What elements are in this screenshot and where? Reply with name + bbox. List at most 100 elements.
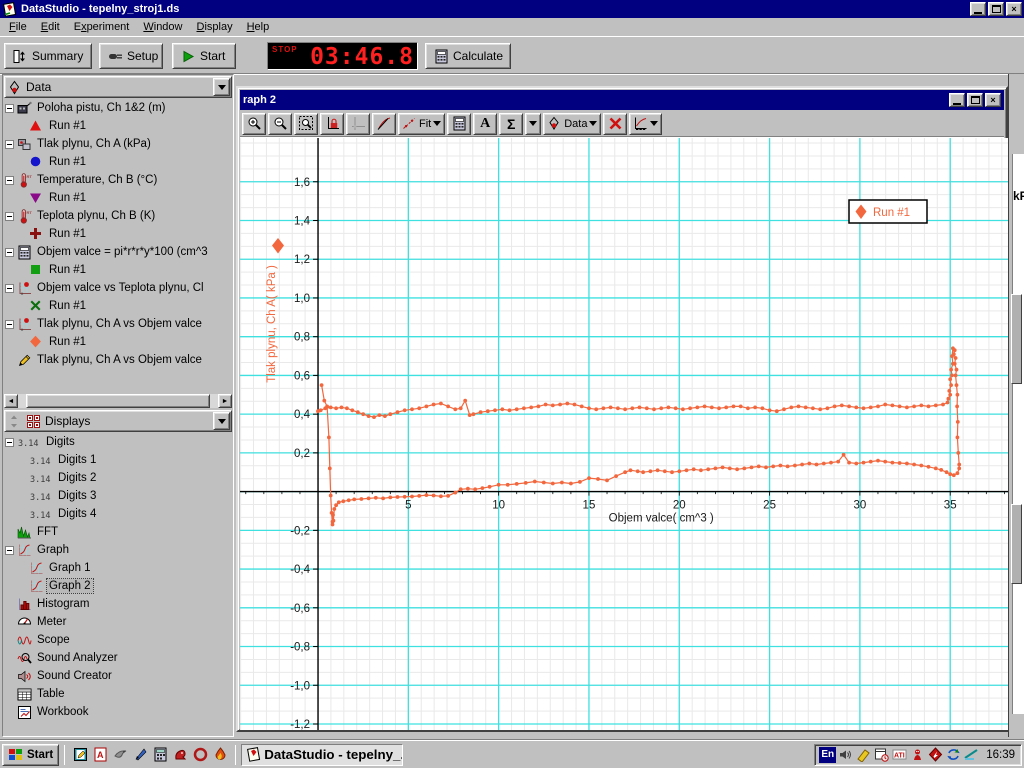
pen-icon[interactable] (130, 744, 150, 764)
red-diamond-icon[interactable] (927, 747, 944, 763)
expand-collapse-icon[interactable] (5, 176, 14, 185)
displays-tree-item-digits-4[interactable]: 3.14Digits 4 (3, 505, 233, 523)
displays-tree-item-digits-2[interactable]: 3.14Digits 2 (3, 469, 233, 487)
graph-settings-button[interactable] (629, 113, 662, 135)
datastudio-task-button[interactable]: DataStudio - tepelny_... (241, 744, 403, 766)
data-item-label[interactable]: Poloha pistu, Ch 1&2 (m) (35, 101, 167, 115)
data-tree-item[interactable]: RTDTeplota plynu, Ch B (K) (3, 207, 233, 225)
display-item-label[interactable]: Workbook (35, 705, 91, 719)
red-mascot-icon[interactable] (909, 747, 926, 763)
expand-collapse-icon[interactable] (5, 140, 14, 149)
scroll-thumb[interactable] (26, 394, 210, 408)
graph-title-bar[interactable]: raph 2 × (240, 90, 1004, 110)
display-item-label[interactable]: Digits (44, 435, 77, 449)
delete-button[interactable] (603, 113, 627, 135)
expand-collapse-icon[interactable] (5, 284, 14, 293)
legend[interactable]: Run #1 (849, 200, 927, 223)
acrobat-icon[interactable]: A (90, 744, 110, 764)
scroll-left-icon[interactable]: ◄ (4, 394, 18, 408)
calculate-button[interactable] (447, 113, 471, 135)
data-tree-item[interactable]: xTlak plynu, Ch A vs Objem valce (3, 315, 233, 333)
display-item-label[interactable]: Digits 2 (56, 471, 98, 485)
displays-tree-item-sound-analyzer[interactable]: Sound Analyzer (3, 649, 233, 667)
displays-tree-item-digits[interactable]: 3.14Digits (3, 433, 233, 451)
displays-tree-item-table[interactable]: Table (3, 685, 233, 703)
display-item-label[interactable]: FFT (35, 525, 60, 539)
close-button[interactable]: × (1006, 2, 1022, 16)
zoom-in-button[interactable] (242, 113, 266, 135)
data-item-label[interactable]: Objem valce = pi*r*r*y*100 (cm^3 (35, 245, 210, 259)
yellow-tool-icon[interactable] (855, 747, 872, 763)
ati-icon[interactable]: ATI (891, 747, 908, 763)
scroll-right-icon[interactable]: ► (218, 394, 232, 408)
expand-collapse-icon[interactable] (5, 320, 14, 329)
displays-tree-item-graph-2[interactable]: Graph 2 (3, 577, 233, 595)
display-item-label[interactable]: Meter (35, 615, 68, 629)
bird-icon[interactable] (110, 744, 130, 764)
run-label[interactable]: Run #1 (47, 299, 88, 313)
display-item-label[interactable]: Graph 1 (47, 561, 93, 575)
zoom-out-button[interactable] (268, 113, 292, 135)
menu-item-help[interactable]: Help (240, 19, 277, 35)
run-item[interactable]: Run #1 (3, 117, 233, 135)
setup-button[interactable]: Setup (99, 43, 163, 69)
maximize-button[interactable] (988, 2, 1004, 16)
run-item[interactable]: Run #1 (3, 297, 233, 315)
displays-panel-dropdown[interactable] (213, 412, 230, 430)
data-menu-button[interactable]: Data (543, 113, 601, 135)
run-item[interactable]: Run #1 (3, 261, 233, 279)
data-tree-item[interactable]: Poloha pistu, Ch 1&2 (m) (3, 99, 233, 117)
expand-collapse-icon[interactable] (5, 212, 14, 221)
display-item-label[interactable]: Digits 3 (56, 489, 98, 503)
zoom-select-button[interactable] (294, 113, 318, 135)
displays-tree-item-fft[interactable]: FFT (3, 523, 233, 541)
displays-tree-item-workbook[interactable]: Workbook (3, 703, 233, 721)
flame-icon[interactable] (210, 744, 230, 764)
dragon-icon[interactable] (170, 744, 190, 764)
statistics-button[interactable]: Σ (499, 113, 523, 135)
run-label[interactable]: Run #1 (47, 155, 88, 169)
start-menu-button[interactable]: Start (2, 744, 59, 766)
display-item-label[interactable]: Scope (35, 633, 72, 647)
data-item-label[interactable]: Teplota plynu, Ch B (K) (35, 209, 157, 223)
displays-tree-item-digits-3[interactable]: 3.14Digits 3 (3, 487, 233, 505)
expand-collapse-icon[interactable] (5, 248, 14, 257)
display-item-label[interactable]: Graph (35, 543, 71, 557)
minimize-button[interactable] (970, 2, 986, 16)
graph-maximize-button[interactable] (967, 93, 983, 107)
data-item-label[interactable]: Tlak plynu, Ch A vs Objem valce (35, 353, 204, 367)
slope-tool-button[interactable] (372, 113, 396, 135)
run-label[interactable]: Run #1 (47, 227, 88, 241)
expand-collapse-icon[interactable] (5, 438, 14, 447)
run-item[interactable]: Run #1 (3, 153, 233, 171)
pen-tray-icon[interactable] (963, 747, 980, 763)
fit-menu-button[interactable]: Fit (398, 113, 445, 135)
displays-tree-item-histogram[interactable]: Histogram (3, 595, 233, 613)
data-item-label[interactable]: Tlak plynu, Ch A (kPa) (35, 137, 153, 151)
opera-icon[interactable] (190, 744, 210, 764)
data-item-label[interactable]: Tlak plynu, Ch A vs Objem valce (35, 317, 204, 331)
expand-collapse-icon[interactable] (5, 546, 14, 555)
app-title-bar[interactable]: DataStudio - tepelny_stroj1.ds × (0, 0, 1024, 18)
data-item-label[interactable]: Temperature, Ch B (°C) (35, 173, 159, 187)
displays-tree-item-scope[interactable]: Scope (3, 631, 233, 649)
menu-item-edit[interactable]: Edit (34, 19, 67, 35)
smart-tool-button[interactable] (346, 113, 370, 135)
data-panel-dropdown[interactable] (213, 78, 230, 96)
display-item-label[interactable]: Histogram (35, 597, 91, 611)
series-run1-line[interactable] (318, 348, 959, 524)
run-label[interactable]: Run #1 (47, 335, 88, 349)
display-item-label[interactable]: Digits 4 (56, 507, 98, 521)
data-tree-item[interactable]: Tlak plynu, Ch A vs Objem valce (3, 351, 233, 369)
data-tree-item[interactable]: Objem valce = pi*r*r*y*100 (cm^3 (3, 243, 233, 261)
displays-tree-item-graph[interactable]: Graph (3, 541, 233, 559)
tray-clock[interactable]: 16:39 (986, 749, 1015, 761)
scale-to-fit-button[interactable] (320, 113, 344, 135)
volume-icon[interactable] (837, 747, 854, 763)
displays-tree-item-sound-creator[interactable]: Sound Creator (3, 667, 233, 685)
displays-tree-item-graph-1[interactable]: Graph 1 (3, 559, 233, 577)
sync-arrows-icon[interactable] (945, 747, 962, 763)
data-item-label[interactable]: Objem valce vs Teplota plynu, Cl (35, 281, 206, 295)
notepad-icon[interactable] (70, 744, 90, 764)
display-item-label[interactable]: Digits 1 (56, 453, 98, 467)
